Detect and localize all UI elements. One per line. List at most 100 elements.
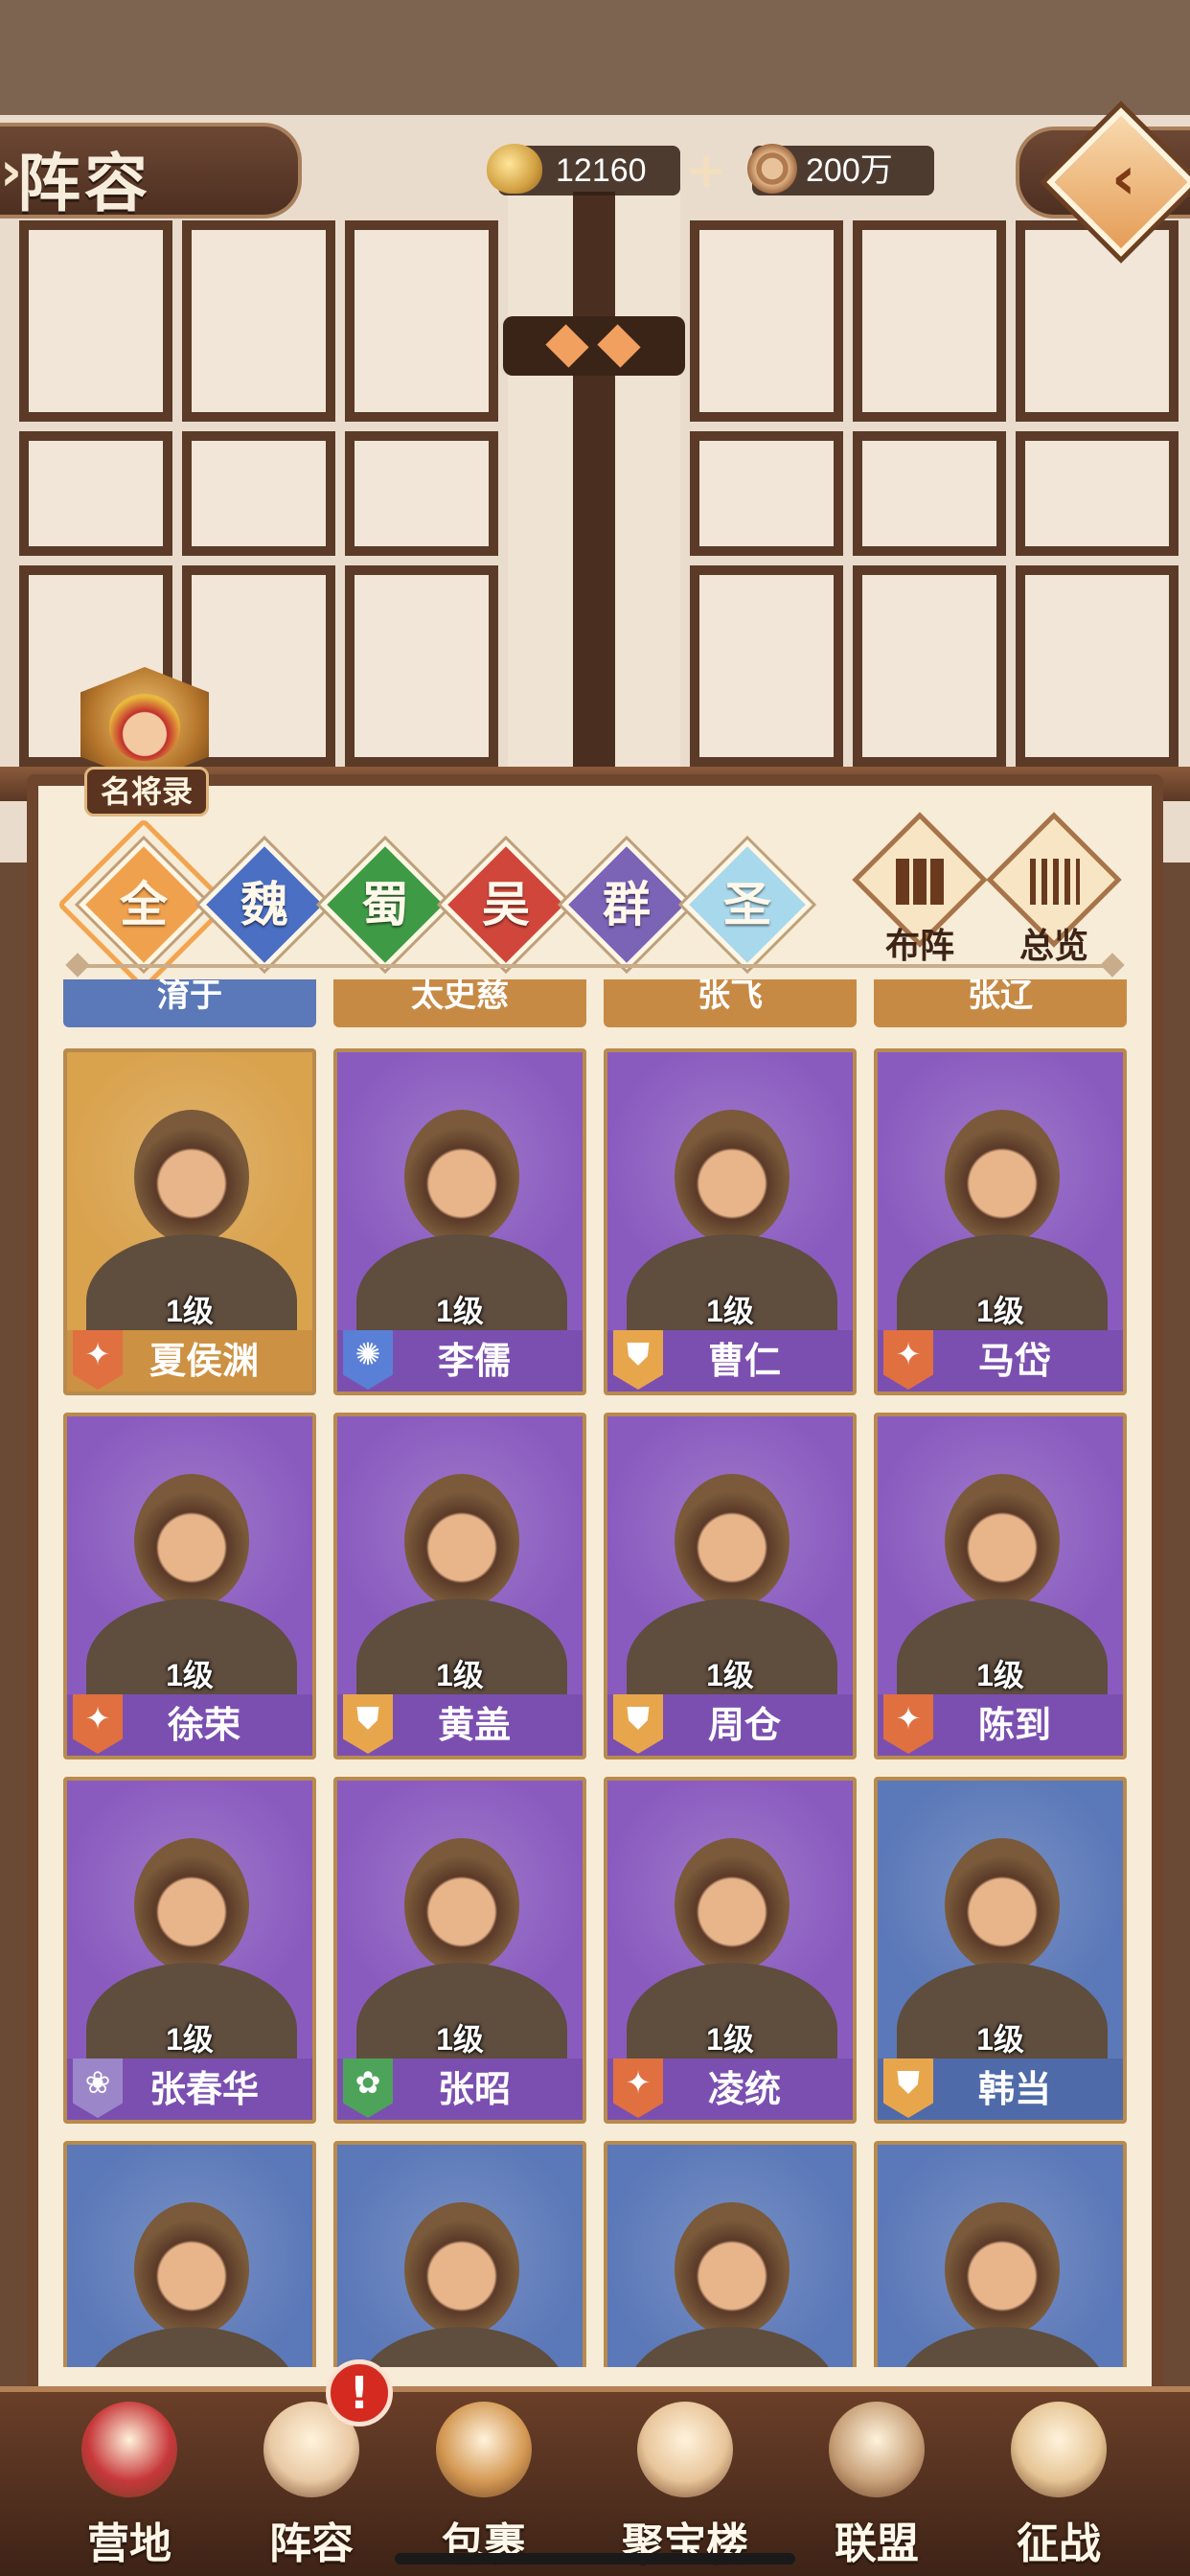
hero-level: 1级 [166, 1658, 214, 1692]
hero-level: 1级 [166, 2022, 214, 2057]
hero-card[interactable]: 1级 夏侯渊 ✦ [63, 1048, 316, 1395]
hero-name: 淯于 [157, 979, 222, 1015]
hero-head-icon [134, 1110, 249, 1244]
hero-head-icon [675, 1838, 790, 1972]
hero-card[interactable] [874, 2141, 1127, 2367]
faction-tab-label: 圣 [723, 876, 771, 932]
hero-portrait [337, 1781, 583, 2097]
divider [71, 964, 1119, 968]
hero-head-icon [404, 2202, 519, 2336]
bag-icon [436, 2402, 532, 2497]
window-pane [182, 431, 335, 556]
hero-level: 1级 [706, 1294, 754, 1328]
nav-item-4[interactable]: 聚宝楼 [604, 2396, 767, 2576]
home-indicator[interactable] [395, 2553, 795, 2564]
hero-body-icon [86, 2327, 297, 2367]
window-pane [853, 565, 1006, 767]
hero-level: 1级 [436, 2022, 484, 2057]
hero-body-icon [356, 2327, 567, 2367]
avatar-icon [109, 694, 180, 761]
hero-portrait [878, 1052, 1123, 1368]
window-pane [1016, 565, 1179, 767]
nav-item-1[interactable]: 营地 [48, 2396, 211, 2576]
hero-portrait [878, 1781, 1123, 2097]
hero-head-icon [404, 1838, 519, 1972]
overview-label: 总览 [1018, 926, 1088, 966]
hero-head-icon [945, 1110, 1060, 1244]
hero-card-partial[interactable]: 淯于 [63, 979, 316, 1027]
hero-head-icon [945, 2202, 1060, 2336]
hero-card[interactable] [63, 2141, 316, 2367]
hero-card[interactable]: 1级 徐荣 ✦ [63, 1413, 316, 1760]
hero-level: 1级 [976, 2022, 1024, 2057]
hero-card[interactable]: 1级 周仓 ⛊ [604, 1413, 857, 1760]
hero-card[interactable]: 1级 黄盖 ⛊ [333, 1413, 586, 1760]
hero-card[interactable]: 1级 李儒 ✺ [333, 1048, 586, 1395]
hero-card[interactable]: 1级 陈到 ✦ [874, 1413, 1127, 1760]
hero-card[interactable]: 1级 韩当 ⛊ [874, 1777, 1127, 2124]
window-pane [345, 220, 498, 422]
window-pane [182, 220, 335, 422]
hero-head-icon [404, 1110, 519, 1244]
hero-card[interactable]: 1级 张春华 ❀ [63, 1777, 316, 2124]
hero-card-partial[interactable]: 张飞 [604, 979, 857, 1027]
alliance-icon [829, 2402, 925, 2497]
hero-head-icon [675, 2202, 790, 2336]
window-pane [1016, 220, 1179, 422]
hero-portrait [337, 1052, 583, 1368]
window-pane [853, 431, 1006, 556]
hero-portrait [67, 1052, 312, 1368]
hero-card[interactable]: 1级 马岱 ✦ [874, 1048, 1127, 1395]
nav-item-6[interactable]: 征战 [977, 2396, 1140, 2576]
window-pane [19, 220, 172, 422]
battle-icon [1011, 2402, 1107, 2497]
hero-portrait [607, 1416, 853, 1733]
hero-card[interactable] [333, 2141, 586, 2367]
copper-coin-icon [747, 144, 797, 194]
hero-grid[interactable]: 淯于 太史慈 张飞 张辽 1级 夏侯渊 ✦ 1级 李儒 ✺ 1级 曹仁 ⛊ 1级 马岱 ✦ 1级 徐荣 ✦ 1级 黄盖… [59, 979, 1136, 2367]
hero-level: 1级 [166, 1294, 214, 1328]
hero-portrait [337, 2145, 583, 2367]
window-pane [345, 431, 498, 556]
window-pane [345, 565, 498, 767]
hero-level: 1级 [436, 1294, 484, 1328]
hero-body-icon [627, 2327, 837, 2367]
faction-tab-label: 魏 [240, 876, 288, 932]
treasure-tower-icon [637, 2402, 733, 2497]
hero-portrait [878, 1416, 1123, 1733]
nav-label: 联盟 [835, 2519, 919, 2568]
faction-tab-label: 蜀 [361, 876, 409, 932]
hero-card[interactable]: 1级 曹仁 ⛊ [604, 1048, 857, 1395]
window-pane [853, 220, 1006, 422]
hero-level: 1级 [436, 1658, 484, 1692]
hero-name: 张飞 [698, 979, 763, 1015]
hero-card-partial[interactable]: 太史慈 [333, 979, 586, 1027]
formation-label: 布阵 [884, 926, 954, 966]
hero-portrait [607, 1781, 853, 2097]
nav-item-5[interactable]: 联盟 [795, 2396, 958, 2576]
hero-card[interactable]: 1级 张昭 ✿ [333, 1777, 586, 2124]
hero-portrait [67, 1416, 312, 1733]
hero-portrait [607, 2145, 853, 2367]
hero-portrait [67, 1781, 312, 2097]
window-pane [1016, 431, 1179, 556]
hero-card-partial[interactable]: 张辽 [874, 979, 1127, 1027]
hero-name: 张辽 [968, 979, 1033, 1015]
hero-portrait [878, 2145, 1123, 2367]
nav-item-3[interactable]: 包裹 [402, 2396, 565, 2576]
formation-icon [896, 859, 946, 905]
hero-catalog-label[interactable]: 名将录 [84, 767, 209, 816]
add-gold-button[interactable]: + [685, 146, 727, 196]
hero-card[interactable] [604, 2141, 857, 2367]
faction-tab-label: 吴 [482, 876, 530, 932]
faction-tab-label: 全 [120, 876, 168, 932]
hero-portrait [607, 1052, 853, 1368]
return-arrow-icon: ‹ [1111, 142, 1136, 213]
hero-level: 1级 [706, 2022, 754, 2057]
hero-level: 1级 [976, 1658, 1024, 1692]
window-pane [690, 220, 843, 422]
hero-portrait [337, 1416, 583, 1733]
hero-card[interactable]: 1级 凌统 ✦ [604, 1777, 857, 2124]
camp-icon [81, 2402, 177, 2497]
page-title: 阵容 [17, 146, 151, 220]
